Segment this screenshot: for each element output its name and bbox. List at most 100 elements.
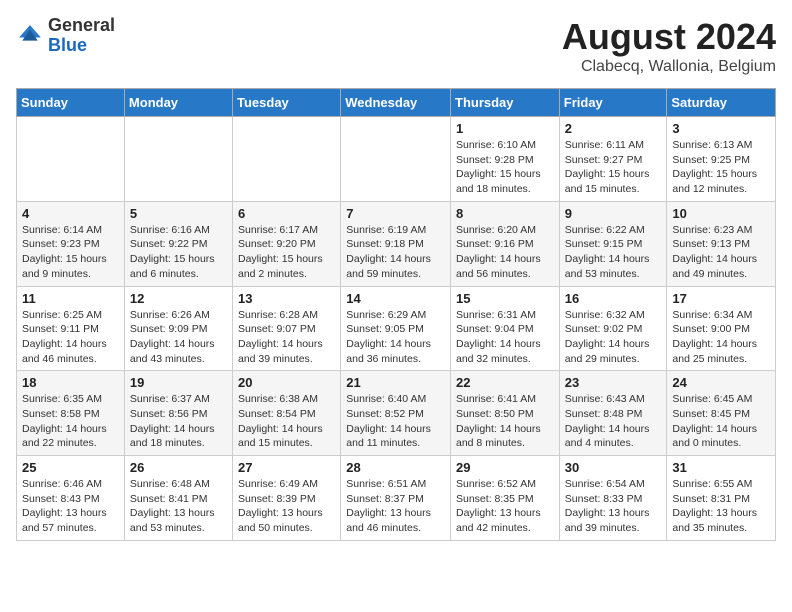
calendar-cell: 27Sunrise: 6:49 AM Sunset: 8:39 PM Dayli…	[233, 456, 341, 541]
location-title: Clabecq, Wallonia, Belgium	[562, 58, 776, 76]
calendar-cell: 21 Sunrise: 6:40 AM Sunset: 8:52 PM Dayli…	[341, 371, 451, 456]
calendar-cell: 22 Sunrise: 6:41 AM Sunset: 8:50 PM Dayli…	[451, 371, 560, 456]
day-number: 27	[238, 460, 335, 475]
calendar-week-row: 18 Sunrise: 6:35 AM Sunset: 8:58 PM Dayli…	[17, 371, 776, 456]
calendar-cell: 15Sunrise: 6:31 AM Sunset: 9:04 PM Dayli…	[451, 286, 560, 371]
header: General Blue August 2024 Clabecq, Wallon…	[16, 16, 776, 76]
calendar-cell: 3 Sunrise: 6:13 AM Sunset: 9:25 PM Daylig…	[667, 117, 776, 202]
calendar-cell: 2 Sunrise: 6:11 AM Sunset: 9:27 PM Daylig…	[559, 117, 667, 202]
day-number: 10	[672, 206, 770, 221]
day-info: Sunrise: 6:22 AM Sunset: 9:15 PM Dayligh…	[565, 223, 662, 282]
calendar-cell	[341, 117, 451, 202]
day-info: Sunrise: 6:25 AM Sunset: 9:11 PM Dayligh…	[22, 308, 119, 367]
day-number: 19	[130, 375, 227, 390]
day-number: 24	[672, 375, 770, 390]
day-info: Sunrise: 6:38 AM Sunset: 8:54 PM Dayligh…	[238, 392, 335, 451]
calendar-cell: 8 Sunrise: 6:20 AM Sunset: 9:16 PM Daylig…	[451, 201, 560, 286]
calendar-cell: 30 Sunrise: 6:54 AM Sunset: 8:33 PM Dayli…	[559, 456, 667, 541]
day-number: 18	[22, 375, 119, 390]
weekday-header-tuesday: Tuesday	[233, 89, 341, 117]
day-number: 5	[130, 206, 227, 221]
calendar-cell: 19 Sunrise: 6:37 AM Sunset: 8:56 PM Dayli…	[124, 371, 232, 456]
calendar-table: SundayMondayTuesdayWednesdayThursdayFrid…	[16, 88, 776, 541]
calendar-cell: 10 Sunrise: 6:23 AM Sunset: 9:13 PM Dayli…	[667, 201, 776, 286]
day-info: Sunrise: 6:40 AM Sunset: 8:52 PM Dayligh…	[346, 392, 445, 451]
logo: General Blue	[16, 16, 115, 56]
day-info: Sunrise: 6:46 AM Sunset: 8:43 PM Dayligh…	[22, 477, 119, 536]
day-info: Sunrise: 6:34 AM Sunset: 9:00 PM Dayligh…	[672, 308, 770, 367]
day-info: Sunrise: 6:43 AM Sunset: 8:48 PM Dayligh…	[565, 392, 662, 451]
weekday-header-thursday: Thursday	[451, 89, 560, 117]
title-area: August 2024 Clabecq, Wallonia, Belgium	[562, 16, 776, 76]
calendar-cell: 24 Sunrise: 6:45 AM Sunset: 8:45 PM Dayli…	[667, 371, 776, 456]
day-number: 3	[672, 121, 770, 136]
calendar-cell: 28 Sunrise: 6:51 AM Sunset: 8:37 PM Dayli…	[341, 456, 451, 541]
calendar-cell: 4Sunrise: 6:14 AM Sunset: 9:23 PM Daylig…	[17, 201, 125, 286]
day-number: 9	[565, 206, 662, 221]
day-info: Sunrise: 6:13 AM Sunset: 9:25 PM Dayligh…	[672, 138, 770, 197]
day-info: Sunrise: 6:23 AM Sunset: 9:13 PM Dayligh…	[672, 223, 770, 282]
calendar-cell: 7Sunrise: 6:19 AM Sunset: 9:18 PM Daylig…	[341, 201, 451, 286]
day-number: 17	[672, 291, 770, 306]
day-info: Sunrise: 6:17 AM Sunset: 9:20 PM Dayligh…	[238, 223, 335, 282]
day-number: 23	[565, 375, 662, 390]
day-info: Sunrise: 6:20 AM Sunset: 9:16 PM Dayligh…	[456, 223, 554, 282]
day-info: Sunrise: 6:16 AM Sunset: 9:22 PM Dayligh…	[130, 223, 227, 282]
logo-icon	[16, 22, 44, 50]
day-number: 7	[346, 206, 445, 221]
calendar-cell: 11 Sunrise: 6:25 AM Sunset: 9:11 PM Dayli…	[17, 286, 125, 371]
logo-text: General Blue	[48, 16, 115, 56]
weekday-header-saturday: Saturday	[667, 89, 776, 117]
calendar-cell: 31Sunrise: 6:55 AM Sunset: 8:31 PM Dayli…	[667, 456, 776, 541]
day-number: 11	[22, 291, 119, 306]
day-info: Sunrise: 6:31 AM Sunset: 9:04 PM Dayligh…	[456, 308, 554, 367]
calendar-cell	[124, 117, 232, 202]
calendar-cell: 9 Sunrise: 6:22 AM Sunset: 9:15 PM Daylig…	[559, 201, 667, 286]
day-info: Sunrise: 6:11 AM Sunset: 9:27 PM Dayligh…	[565, 138, 662, 197]
day-info: Sunrise: 6:45 AM Sunset: 8:45 PM Dayligh…	[672, 392, 770, 451]
calendar-week-row: 25Sunrise: 6:46 AM Sunset: 8:43 PM Dayli…	[17, 456, 776, 541]
calendar-cell: 20 Sunrise: 6:38 AM Sunset: 8:54 PM Dayli…	[233, 371, 341, 456]
calendar-week-row: 4Sunrise: 6:14 AM Sunset: 9:23 PM Daylig…	[17, 201, 776, 286]
day-info: Sunrise: 6:14 AM Sunset: 9:23 PM Dayligh…	[22, 223, 119, 282]
calendar-cell: 1Sunrise: 6:10 AM Sunset: 9:28 PM Daylig…	[451, 117, 560, 202]
calendar-cell: 6 Sunrise: 6:17 AM Sunset: 9:20 PM Daylig…	[233, 201, 341, 286]
calendar-cell	[233, 117, 341, 202]
calendar-cell: 16 Sunrise: 6:32 AM Sunset: 9:02 PM Dayli…	[559, 286, 667, 371]
day-number: 28	[346, 460, 445, 475]
day-number: 20	[238, 375, 335, 390]
calendar-cell: 29 Sunrise: 6:52 AM Sunset: 8:35 PM Dayli…	[451, 456, 560, 541]
weekday-header-friday: Friday	[559, 89, 667, 117]
day-number: 8	[456, 206, 554, 221]
day-number: 6	[238, 206, 335, 221]
calendar-cell: 17 Sunrise: 6:34 AM Sunset: 9:00 PM Dayli…	[667, 286, 776, 371]
day-info: Sunrise: 6:55 AM Sunset: 8:31 PM Dayligh…	[672, 477, 770, 536]
day-info: Sunrise: 6:32 AM Sunset: 9:02 PM Dayligh…	[565, 308, 662, 367]
day-number: 29	[456, 460, 554, 475]
day-info: Sunrise: 6:10 AM Sunset: 9:28 PM Dayligh…	[456, 138, 554, 197]
day-number: 2	[565, 121, 662, 136]
calendar-cell	[17, 117, 125, 202]
day-number: 30	[565, 460, 662, 475]
day-info: Sunrise: 6:52 AM Sunset: 8:35 PM Dayligh…	[456, 477, 554, 536]
weekday-header-row: SundayMondayTuesdayWednesdayThursdayFrid…	[17, 89, 776, 117]
day-number: 13	[238, 291, 335, 306]
day-number: 14	[346, 291, 445, 306]
day-number: 26	[130, 460, 227, 475]
calendar-cell: 25Sunrise: 6:46 AM Sunset: 8:43 PM Dayli…	[17, 456, 125, 541]
day-info: Sunrise: 6:41 AM Sunset: 8:50 PM Dayligh…	[456, 392, 554, 451]
calendar-cell: 18 Sunrise: 6:35 AM Sunset: 8:58 PM Dayli…	[17, 371, 125, 456]
day-number: 22	[456, 375, 554, 390]
day-info: Sunrise: 6:35 AM Sunset: 8:58 PM Dayligh…	[22, 392, 119, 451]
day-info: Sunrise: 6:37 AM Sunset: 8:56 PM Dayligh…	[130, 392, 227, 451]
weekday-header-wednesday: Wednesday	[341, 89, 451, 117]
day-number: 21	[346, 375, 445, 390]
day-number: 16	[565, 291, 662, 306]
calendar-cell: 14Sunrise: 6:29 AM Sunset: 9:05 PM Dayli…	[341, 286, 451, 371]
day-number: 12	[130, 291, 227, 306]
day-info: Sunrise: 6:54 AM Sunset: 8:33 PM Dayligh…	[565, 477, 662, 536]
day-info: Sunrise: 6:28 AM Sunset: 9:07 PM Dayligh…	[238, 308, 335, 367]
calendar-week-row: 1Sunrise: 6:10 AM Sunset: 9:28 PM Daylig…	[17, 117, 776, 202]
weekday-header-sunday: Sunday	[17, 89, 125, 117]
day-info: Sunrise: 6:51 AM Sunset: 8:37 PM Dayligh…	[346, 477, 445, 536]
